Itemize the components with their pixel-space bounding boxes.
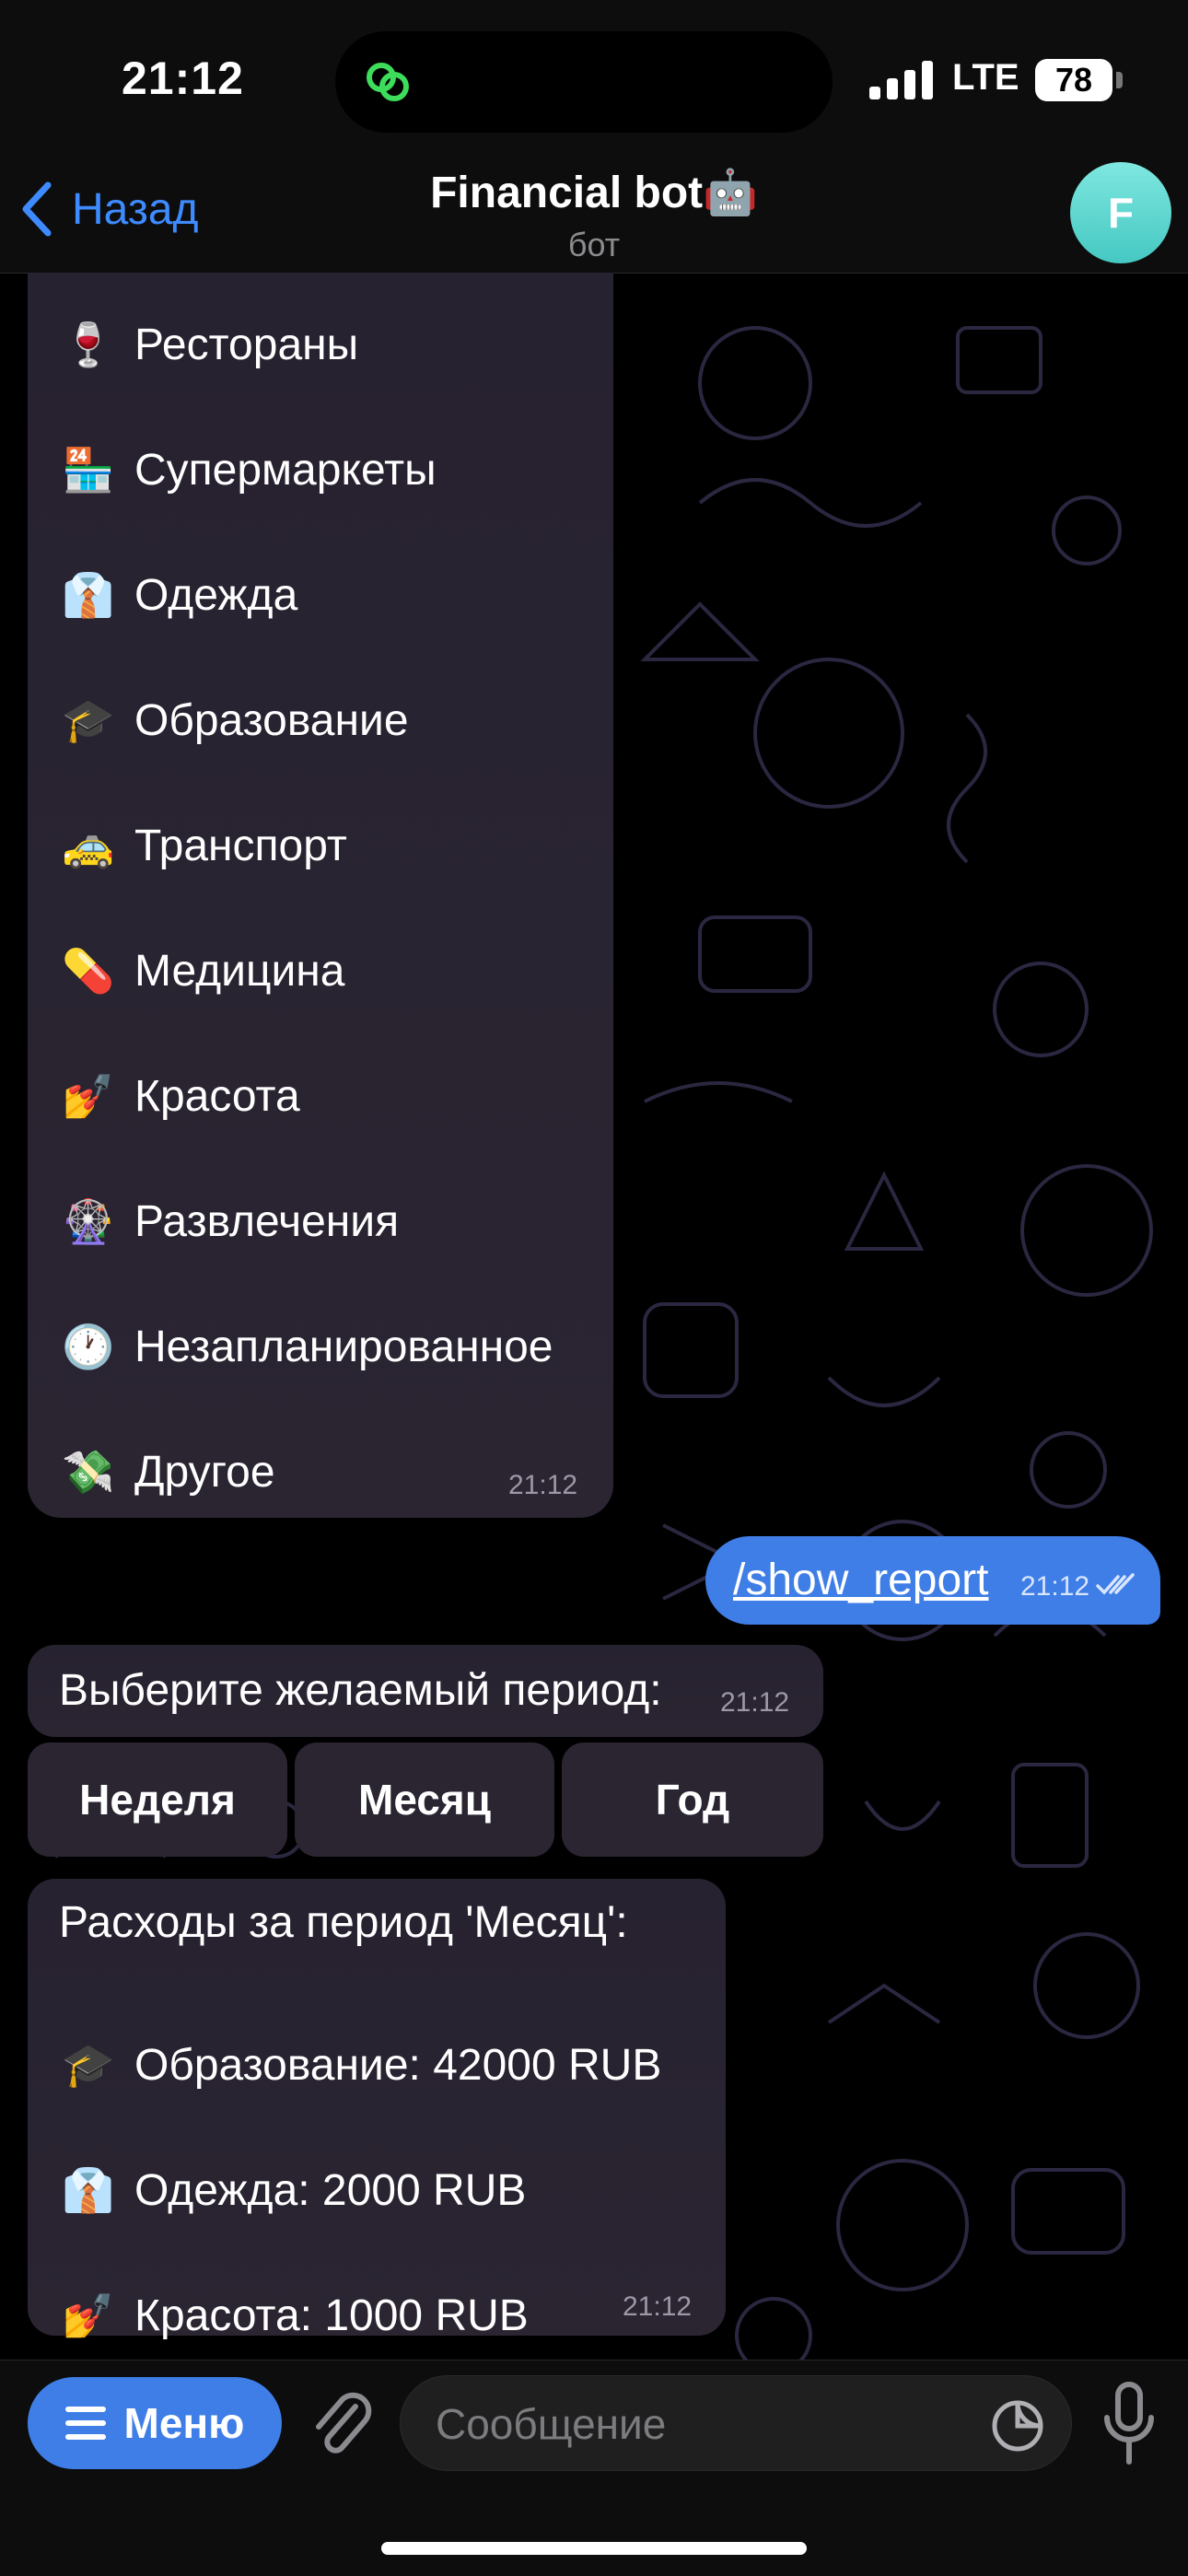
category-label: Незапланированное bbox=[134, 1322, 553, 1371]
dynamic-island bbox=[335, 31, 833, 133]
clock: 21:12 bbox=[122, 52, 244, 104]
message-time: 21:12 bbox=[720, 1687, 790, 1718]
message-input[interactable] bbox=[434, 2393, 990, 2455]
store-icon: 🏪 bbox=[62, 446, 115, 494]
graduation-cap-icon: 🎓 bbox=[62, 696, 115, 744]
list-item: 🎡 Развлечения bbox=[59, 1184, 399, 1258]
nail-polish-icon: 💅 bbox=[62, 2291, 115, 2339]
command-link[interactable]: /show_report bbox=[733, 1555, 988, 1605]
double-check-icon bbox=[1096, 1573, 1135, 1595]
list-item: 🍷 Рестораны bbox=[59, 308, 358, 381]
microphone-icon[interactable] bbox=[1100, 2381, 1159, 2467]
category-label: Одежда bbox=[134, 570, 298, 620]
list-item: 💸 Другое bbox=[59, 1435, 275, 1509]
list-item: 💊 Медицина bbox=[59, 934, 345, 1008]
chevron-left-icon bbox=[22, 181, 52, 237]
category-label: Развлечения bbox=[134, 1196, 400, 1246]
wine-glass-icon: 🍷 bbox=[62, 321, 115, 368]
list-item: 👔 Одежда bbox=[59, 558, 297, 632]
category-label: Красота bbox=[134, 1071, 300, 1121]
report-line: Красота: 1000 RUB bbox=[134, 2290, 529, 2340]
message-time: 21:12 bbox=[623, 2291, 693, 2322]
category-label: Рестораны bbox=[134, 320, 359, 369]
list-item: 🏪 Супермаркеты bbox=[59, 433, 437, 507]
battery-tip bbox=[1116, 72, 1123, 88]
status-bar: 21:12 LTE 78 bbox=[0, 0, 1188, 157]
sticker-icon[interactable] bbox=[990, 2398, 1045, 2454]
report-header: Расходы за период 'Месяц': bbox=[59, 1898, 628, 1947]
chat-header: Назад Financial bot🤖 бот F bbox=[0, 157, 1188, 274]
necktie-icon: 👔 bbox=[62, 571, 115, 619]
list-item: 🚕 Транспорт bbox=[59, 809, 347, 882]
report-line: Одежда: 2000 RUB bbox=[134, 2165, 527, 2215]
category-label: Медицина bbox=[134, 946, 345, 996]
nail-polish-icon: 💅 bbox=[62, 1072, 115, 1120]
list-item: 🎓 Образование: 42000 RUB bbox=[59, 2028, 661, 2102]
category-label: Транспорт bbox=[134, 821, 347, 870]
network-label: LTE bbox=[952, 57, 1019, 98]
link-icon bbox=[367, 63, 409, 101]
necktie-icon: 👔 bbox=[62, 2166, 115, 2214]
paperclip-icon[interactable] bbox=[309, 2384, 374, 2462]
outgoing-message: /show_report 21:12 bbox=[705, 1536, 1160, 1625]
ferris-wheel-icon: 🎡 bbox=[62, 1197, 115, 1245]
list-item: 💅 Красота bbox=[59, 1059, 300, 1133]
list-item: 🎓 Образование bbox=[59, 683, 409, 757]
taxi-icon: 🚕 bbox=[62, 822, 115, 869]
pill-icon: 💊 bbox=[62, 947, 115, 995]
home-indicator bbox=[381, 2542, 807, 2555]
list-item: 🕐 Незапланированное bbox=[59, 1310, 553, 1383]
chat-subtitle: бот bbox=[567, 226, 621, 263]
period-week-button[interactable]: Неделя bbox=[28, 1743, 287, 1857]
graduation-cap-icon: 🎓 bbox=[62, 2041, 115, 2089]
period-year-button[interactable]: Год bbox=[562, 1743, 823, 1857]
menu-label: Меню bbox=[123, 2399, 245, 2447]
back-label: Назад bbox=[72, 184, 199, 234]
list-item: 💅 Красота: 1000 RUB bbox=[59, 2279, 529, 2352]
money-wings-icon: 💸 bbox=[62, 1448, 115, 1496]
period-prompt-message: Выберите желаемый период: 21:12 bbox=[28, 1645, 823, 1737]
category-label: Другое bbox=[134, 1447, 275, 1497]
menu-button[interactable]: Меню bbox=[28, 2377, 282, 2469]
clock-icon: 🕐 bbox=[62, 1323, 115, 1370]
message-field bbox=[400, 2375, 1072, 2471]
hamburger-icon bbox=[64, 2407, 106, 2440]
signal-icon bbox=[869, 61, 933, 99]
report-message: Расходы за период 'Месяц': 🎓 Образование:… bbox=[28, 1879, 726, 2340]
categories-message: 🍷 Рестораны 🏪 Супермаркеты 👔 Одежда 🎓 Образо… bbox=[28, 273, 613, 1518]
chat-title: Financial bot🤖 bbox=[430, 169, 758, 217]
list-item: 👔 Одежда: 2000 RUB bbox=[59, 2153, 526, 2227]
chat-title-block[interactable]: Financial bot🤖 бот bbox=[350, 162, 838, 265]
back-button[interactable]: Назад bbox=[18, 177, 199, 241]
category-label: Супермаркеты bbox=[134, 445, 437, 495]
message-time: 21:12 bbox=[1020, 1571, 1090, 1602]
battery-icon: 78 bbox=[1035, 59, 1112, 101]
period-month-button[interactable]: Месяц bbox=[295, 1743, 554, 1857]
message-time: 21:12 bbox=[508, 1470, 578, 1500]
category-label: Образование bbox=[134, 695, 409, 745]
avatar[interactable]: F bbox=[1070, 162, 1171, 263]
report-line: Образование: 42000 RUB bbox=[134, 2040, 662, 2090]
message-text: Выберите желаемый период: bbox=[59, 1666, 662, 1715]
